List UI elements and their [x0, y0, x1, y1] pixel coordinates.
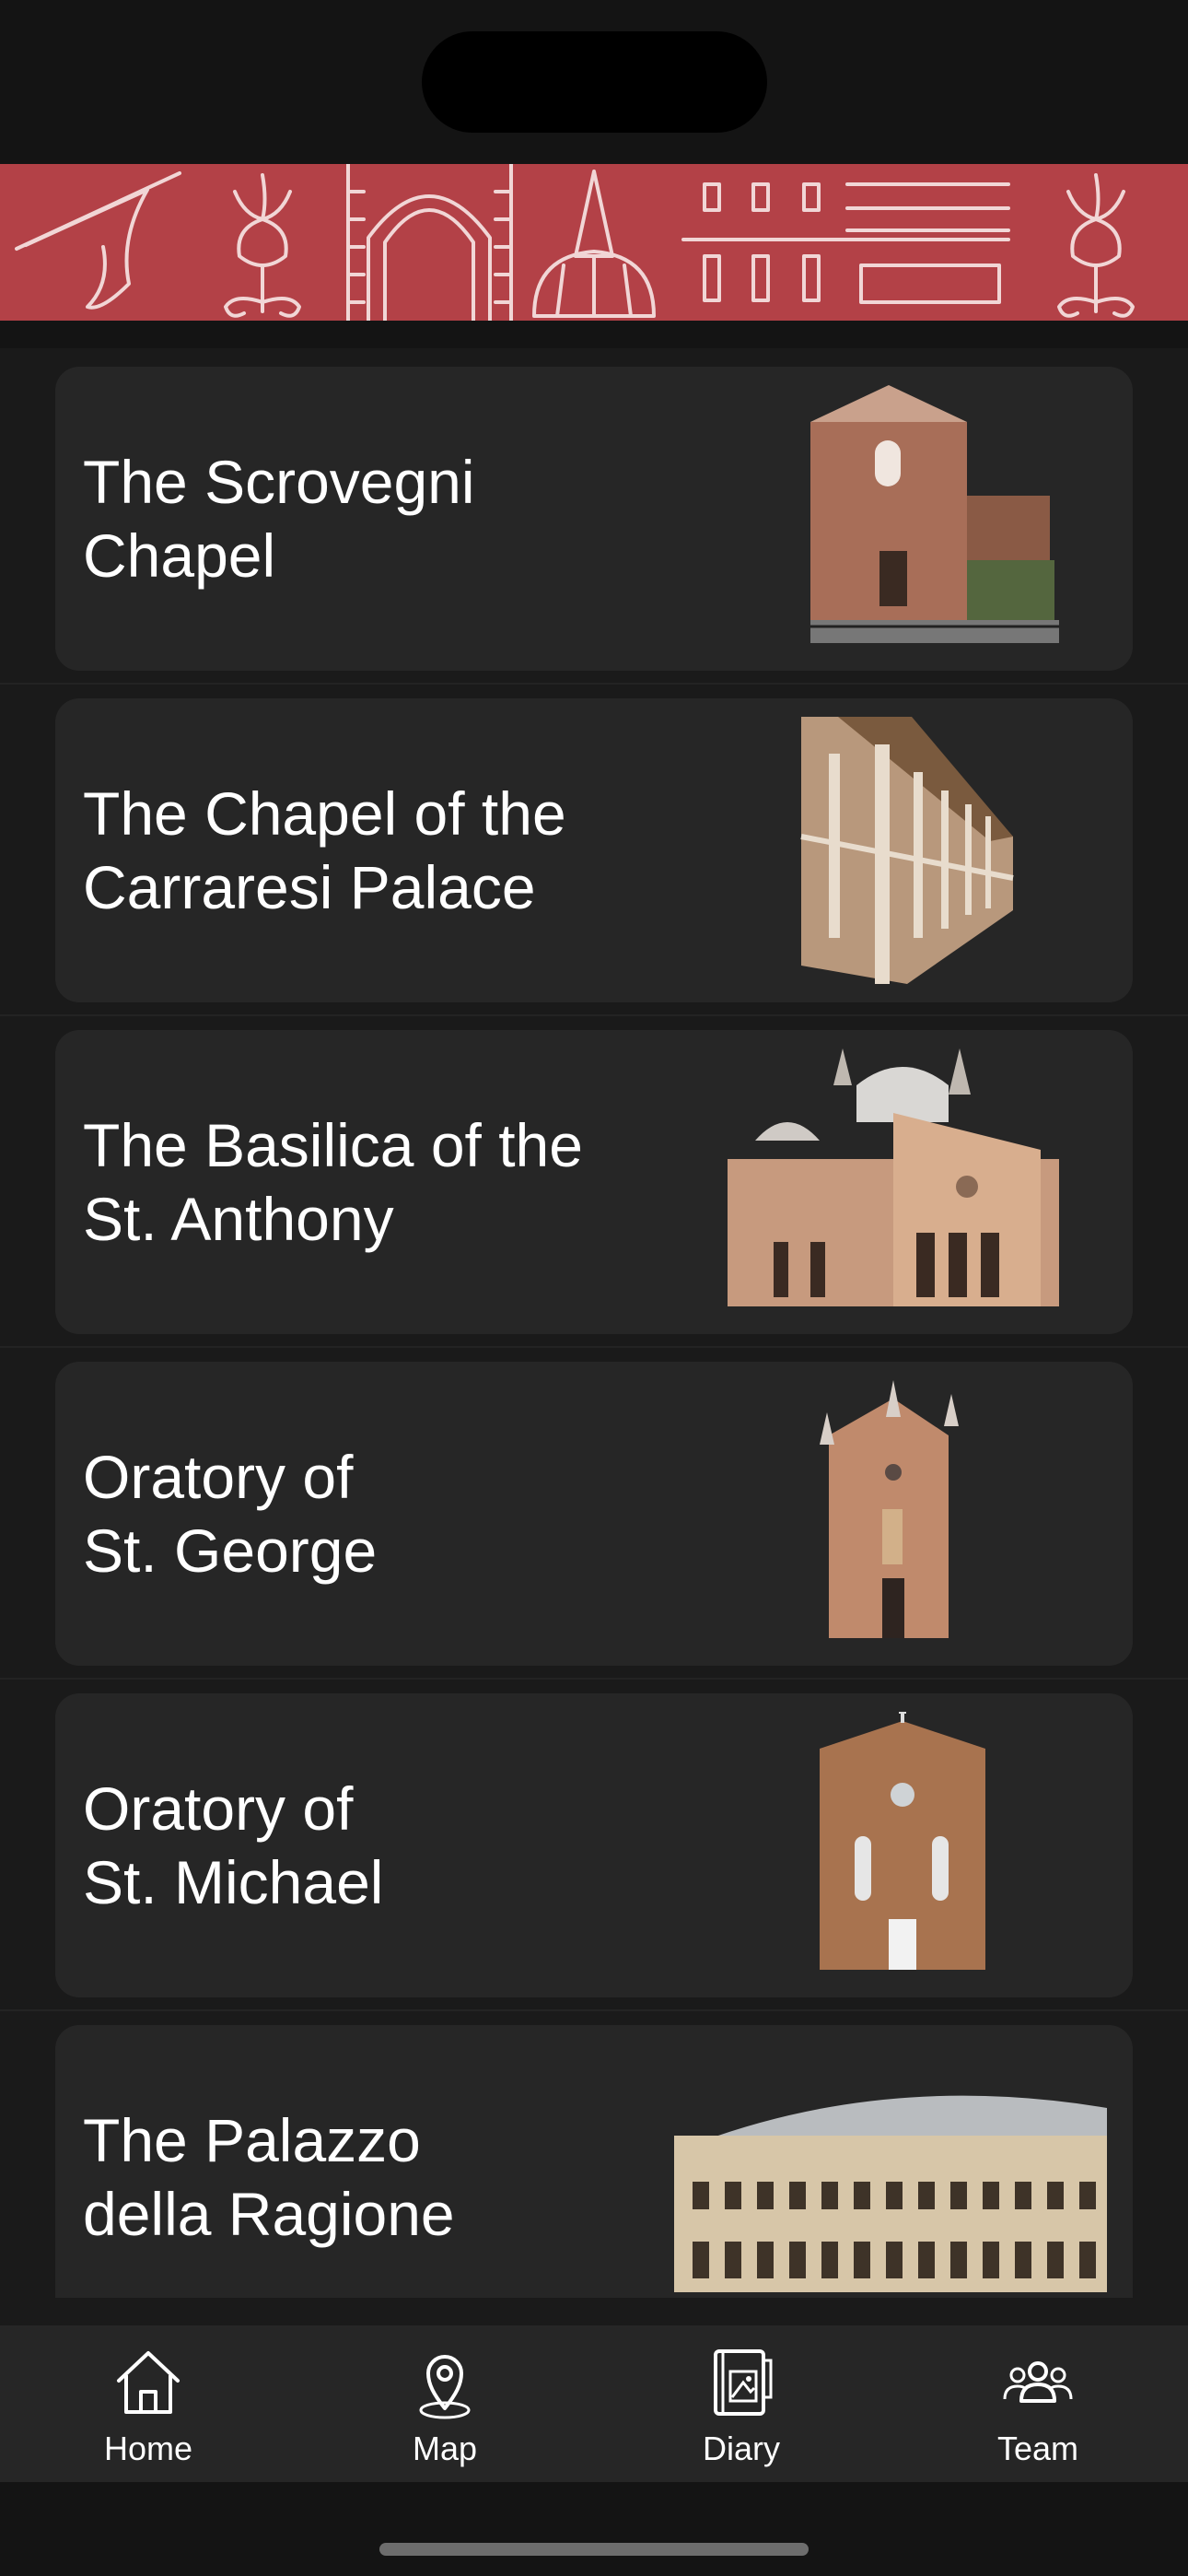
divider	[0, 2009, 1188, 2011]
tab-bar: Home Map Diary Team	[0, 2325, 1188, 2482]
monuments-banner-icon	[15, 164, 1135, 321]
map-pin-icon	[406, 2344, 483, 2421]
site-card-oratory-st-michael[interactable]: Oratory of St. Michael	[55, 1693, 1133, 1997]
scrovegni-chapel-icon	[672, 385, 1077, 652]
oratory-st-michael-icon	[672, 1712, 1077, 1979]
tab-label: Team	[996, 2430, 1079, 2467]
basilica-icon	[718, 1048, 1068, 1316]
home-icon	[110, 2344, 187, 2421]
site-title: The Basilica of the St. Anthony	[83, 1111, 583, 1253]
site-title: Oratory of St. George	[83, 1443, 378, 1585]
site-title: The Scrovegni Chapel	[83, 448, 475, 590]
dynamic-island	[422, 31, 767, 133]
status-bar	[0, 0, 1188, 164]
banner-spacer	[0, 321, 1188, 348]
palazzo-ragione-icon	[665, 2043, 1116, 2298]
tab-map[interactable]: Map	[297, 2325, 593, 2482]
home-indicator[interactable]	[379, 2543, 809, 2556]
header-banner	[0, 164, 1188, 321]
site-card-oratory-st-george[interactable]: Oratory of St. George	[55, 1362, 1133, 1666]
team-icon	[999, 2344, 1077, 2421]
carraresi-loggia-icon	[672, 717, 1077, 984]
divider	[0, 1678, 1188, 1680]
site-title: The Palazzo della Ragione	[83, 2106, 455, 2248]
tab-label: Home	[103, 2430, 193, 2467]
site-card-palazzo-ragione[interactable]: The Palazzo della Ragione	[55, 2025, 1133, 2298]
tab-diary[interactable]: Diary	[593, 2325, 890, 2482]
app-screen: The Scrovegni Chapel The Chapel of the C…	[0, 0, 1188, 2576]
divider	[0, 1346, 1188, 1348]
tab-label: Diary	[702, 2430, 780, 2467]
divider	[0, 1014, 1188, 1016]
home-indicator-area	[0, 2482, 1188, 2576]
tab-label: Map	[412, 2430, 478, 2467]
site-card-basilica[interactable]: The Basilica of the St. Anthony	[55, 1030, 1133, 1334]
tab-team[interactable]: Team	[890, 2325, 1186, 2482]
oratory-st-george-icon	[672, 1380, 1077, 1647]
sites-list[interactable]: The Scrovegni Chapel The Chapel of the C…	[0, 348, 1188, 2298]
site-title: The Chapel of the Carraresi Palace	[83, 779, 566, 921]
diary-icon	[703, 2344, 780, 2421]
divider	[0, 683, 1188, 685]
site-title: Oratory of St. Michael	[83, 1774, 384, 1916]
site-card-carraresi-palace[interactable]: The Chapel of the Carraresi Palace	[55, 698, 1133, 1002]
site-card-scrovegni-chapel[interactable]: The Scrovegni Chapel	[55, 367, 1133, 671]
tab-home[interactable]: Home	[0, 2325, 297, 2482]
